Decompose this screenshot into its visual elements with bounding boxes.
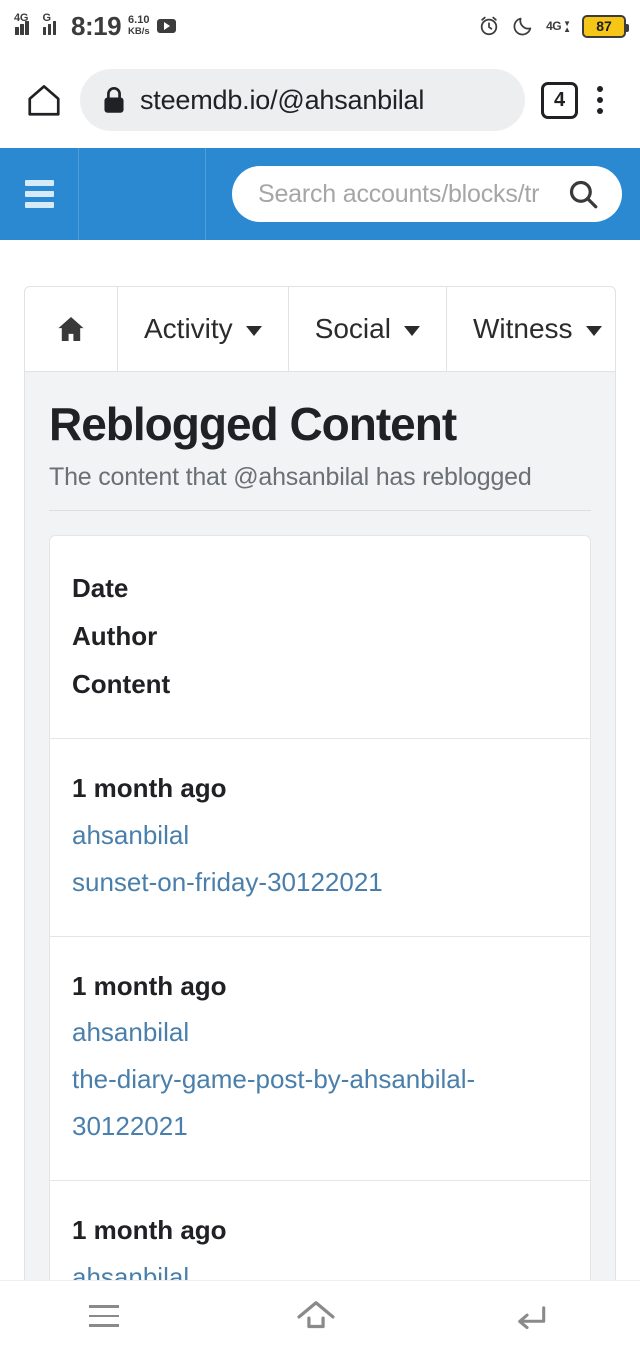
battery-indicator: 87: [582, 14, 629, 38]
back-button[interactable]: [513, 1299, 551, 1333]
status-bar-right: 4G ▼ ▲ 87: [478, 14, 629, 38]
browser-home-button[interactable]: [18, 81, 70, 119]
profile-tab-bar: Activity Social Witness: [24, 286, 616, 372]
chevron-down-icon: [585, 325, 602, 336]
chevron-down-icon: [403, 325, 420, 336]
moon-icon: [513, 17, 532, 36]
table-row: 1 month ago ahsanbilal sunset-on-friday-…: [50, 739, 590, 937]
network-type-label: 4G: [546, 19, 562, 33]
recents-icon-bar: [88, 1324, 119, 1327]
hamburger-icon-bar: [24, 202, 54, 208]
kebab-dot: [597, 97, 603, 103]
search-input[interactable]: Search accounts/blocks/tr: [258, 180, 556, 209]
page-subtitle: The content that @ahsanbilal has reblogg…: [49, 462, 532, 491]
url-text: steemdb.io/@ahsanbilal: [140, 84, 425, 115]
home-outline-icon: [297, 1301, 335, 1319]
signal-g-label: G: [42, 11, 52, 24]
network-type-indicator: 4G ▼ ▲: [546, 19, 571, 34]
kebab-dot: [597, 86, 603, 92]
column-header-content: Content: [72, 669, 171, 700]
table-row: 1 month ago ahsanbilal the-diary-game-po…: [50, 937, 590, 1181]
column-header-author: Author: [72, 620, 158, 651]
kebab-dot: [597, 108, 603, 114]
browser-toolbar: steemdb.io/@ahsanbilal 4: [0, 52, 640, 148]
alarm-icon: [480, 16, 498, 36]
android-status-bar: 4G G 8:19 6.10 KB/s 4G ▼ ▲ 87: [0, 0, 640, 52]
data-transfer-arrows-icon: ▼ ▲: [563, 19, 571, 34]
reblog-table: Date Author Content 1 month ago ahsanbil…: [49, 534, 591, 1303]
hamburger-icon-bar: [24, 191, 54, 197]
row-content-link[interactable]: sunset-on-friday-30122021: [72, 859, 568, 906]
row-date: 1 month ago: [72, 773, 227, 804]
chevron-down-icon: [245, 325, 262, 336]
row-date: 1 month ago: [72, 970, 227, 1001]
tab-activity-label: Activity: [144, 313, 233, 344]
content-panel: Reblogged Content The content that @ahsa…: [24, 372, 616, 1304]
row-author-link[interactable]: ahsanbilal: [72, 1009, 568, 1056]
search-icon[interactable]: [566, 177, 600, 211]
lock-icon: [104, 87, 124, 113]
header-divider: [205, 148, 206, 240]
browser-menu-button[interactable]: [578, 86, 622, 114]
recents-button[interactable]: [88, 1305, 119, 1327]
tab-witness[interactable]: Witness: [447, 287, 615, 371]
tab-count-label: 4: [553, 88, 566, 111]
signal-4g-label: 4G: [14, 11, 29, 24]
divider: [49, 509, 591, 511]
signal-strength-4g-icon: 4G: [14, 12, 34, 35]
site-search-box[interactable]: Search accounts/blocks/tr: [232, 166, 622, 222]
header-divider: [78, 148, 79, 240]
tab-witness-label: Witness: [472, 313, 573, 344]
signal-strength-g-icon: G: [42, 12, 62, 35]
table-header: Date Author Content: [50, 536, 590, 740]
network-speed-unit: KB/s: [128, 25, 150, 37]
home-button[interactable]: [296, 1299, 336, 1333]
column-header-date: Date: [72, 572, 129, 603]
sidebar-toggle-button[interactable]: [0, 180, 78, 208]
status-bar-left: 4G G 8:19 6.10 KB/s: [14, 11, 478, 41]
android-navigation-bar: [0, 1280, 640, 1351]
tab-switcher-button[interactable]: 4: [541, 81, 578, 119]
battery-percent-label: 87: [596, 18, 612, 34]
tab-home[interactable]: [25, 287, 118, 371]
page-content: Activity Social Witness Reblogged Conten…: [0, 240, 640, 1351]
page-title: Reblogged Content: [49, 398, 457, 450]
home-icon: [28, 85, 60, 116]
tab-social[interactable]: Social: [289, 287, 447, 371]
status-bar-clock: 8:19: [71, 11, 122, 41]
hamburger-icon-bar: [24, 180, 54, 186]
tab-social-label: Social: [314, 313, 391, 344]
site-header: Search accounts/blocks/tr: [0, 148, 640, 240]
network-speed-indicator: 6.10 KB/s: [128, 14, 150, 37]
signal-indicators: 4G G: [14, 12, 62, 35]
row-author-link[interactable]: ahsanbilal: [72, 812, 568, 859]
recents-icon-bar: [88, 1305, 119, 1308]
tab-activity[interactable]: Activity: [118, 287, 289, 371]
recents-icon-bar: [88, 1314, 119, 1318]
row-date: 1 month ago: [72, 1214, 227, 1245]
youtube-icon: [156, 19, 176, 33]
row-content-link[interactable]: the-diary-game-post-by-ahsanbilal-301220…: [72, 1056, 568, 1150]
home-icon: [58, 317, 84, 341]
url-bar[interactable]: steemdb.io/@ahsanbilal: [80, 69, 525, 131]
